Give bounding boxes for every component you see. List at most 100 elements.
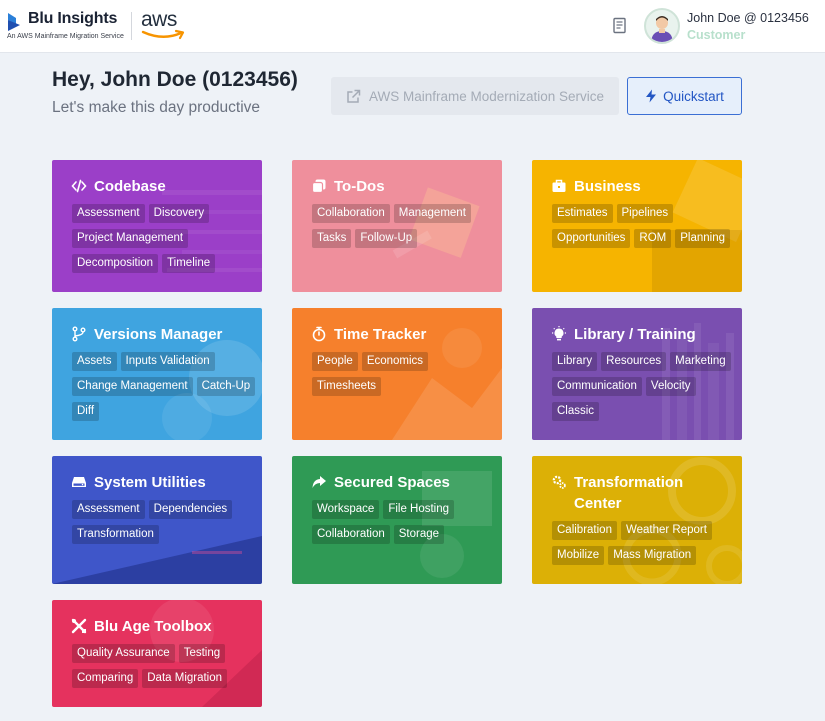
copy-icon: [311, 179, 326, 194]
tag-list: Assets Inputs Validation Change Management…: [72, 352, 256, 421]
tag-comparing[interactable]: Comparing: [72, 669, 139, 688]
tag-assessment[interactable]: Assessment: [72, 204, 145, 223]
aws-logo: aws: [141, 8, 187, 42]
tag-catch-up[interactable]: Catch-Up: [196, 377, 256, 396]
tag-marketing[interactable]: Marketing: [670, 352, 731, 371]
tag-list: Library Resources Marketing Communication Ve…: [552, 352, 736, 421]
tag-discovery[interactable]: Discovery: [148, 204, 210, 223]
code-icon: [71, 179, 87, 193]
tag-transformation[interactable]: Transformation: [72, 525, 159, 544]
brand-subtitle: An AWS Mainframe Migration Service: [7, 33, 124, 40]
aws-smile-icon: [141, 29, 185, 40]
tag-assessment[interactable]: Assessment: [72, 500, 145, 519]
tag-list: Assessment Dependencies Transformation: [72, 500, 256, 544]
tag-list: Workspace File Hosting Collaboration Storag…: [312, 500, 496, 544]
modernization-service-label: AWS Mainframe Modernization Service: [368, 88, 605, 104]
tag-library[interactable]: Library: [552, 352, 598, 371]
document-icon[interactable]: [612, 17, 628, 35]
tag-estimates[interactable]: Estimates: [552, 204, 613, 223]
lightbulb-icon: [552, 326, 566, 341]
tag-velocity[interactable]: Velocity: [645, 377, 696, 396]
card-todos[interactable]: To-Dos Collaboration Management Tasks Follo…: [292, 160, 502, 292]
tag-data-migration[interactable]: Data Migration: [142, 669, 228, 688]
bolt-icon: [646, 89, 657, 103]
tag-workspace[interactable]: Workspace: [312, 500, 380, 519]
tag-management[interactable]: Management: [393, 204, 471, 223]
blu-insights-logo[interactable]: Blu Insights An AWS Mainframe Migration …: [7, 9, 132, 43]
greeting-title: Hey, John Doe (0123456): [52, 68, 298, 91]
tag-collaboration[interactable]: Collaboration: [312, 204, 390, 223]
card-title-time-tracker: Time Tracker: [311, 324, 492, 345]
hard-drive-icon: [72, 477, 86, 487]
card-title-versions-manager: Versions Manager: [71, 324, 252, 345]
tag-economics[interactable]: Economics: [361, 352, 429, 371]
card-title-secured-spaces: Secured Spaces: [311, 472, 492, 493]
tag-project-management[interactable]: Project Management: [72, 229, 189, 248]
tag-list: Assessment Discovery Project Management Dec…: [72, 204, 256, 273]
tag-diff[interactable]: Diff: [72, 402, 100, 421]
tag-decomposition[interactable]: Decomposition: [72, 254, 159, 273]
card-business[interactable]: Business Estimates Pipelines Opportunities…: [532, 160, 742, 292]
tag-assets[interactable]: Assets: [72, 352, 117, 371]
tag-pipelines[interactable]: Pipelines: [616, 204, 674, 223]
tag-collaboration[interactable]: Collaboration: [312, 525, 390, 544]
card-codebase[interactable]: Codebase Assessment Discovery Project Mana…: [52, 160, 262, 292]
tag-storage[interactable]: Storage: [393, 525, 445, 544]
tag-quality-assurance[interactable]: Quality Assurance: [72, 644, 175, 663]
share-arrow-icon: [312, 476, 326, 488]
card-title-system-utilities: System Utilities: [71, 472, 252, 493]
card-title-library-training: Library / Training: [551, 324, 732, 345]
card-time-tracker[interactable]: Time Tracker People Economics Timesheets: [292, 308, 502, 440]
tag-change-management[interactable]: Change Management: [72, 377, 193, 396]
greeting-subtitle: Let's make this day productive: [52, 99, 261, 116]
tag-calibration[interactable]: Calibration: [552, 521, 617, 540]
tag-list: Calibration Weather Report Mobilize Mass Mi…: [552, 521, 736, 565]
card-title-blu-age-toolbox: Blu Age Toolbox: [71, 616, 252, 637]
tag-classic[interactable]: Classic: [552, 402, 600, 421]
tag-list: Collaboration Management Tasks Follow-Up: [312, 204, 496, 248]
tag-inputs-validation[interactable]: Inputs Validation: [120, 352, 215, 371]
tag-file-hosting[interactable]: File Hosting: [383, 500, 455, 519]
card-blu-age-toolbox[interactable]: Blu Age Toolbox Quality Assurance Testing…: [52, 600, 262, 707]
card-title-transformation-center: Transformation Center: [551, 472, 732, 514]
card-library-training[interactable]: Library / Training Library Resources Marke…: [532, 308, 742, 440]
tag-timeline[interactable]: Timeline: [162, 254, 216, 273]
modernization-service-button[interactable]: AWS Mainframe Modernization Service: [331, 77, 619, 115]
card-versions-manager[interactable]: Versions Manager Assets Inputs Validation…: [52, 308, 262, 440]
card-system-utilities[interactable]: System Utilities Assessment Dependencies T…: [52, 456, 262, 584]
user-avatar[interactable]: [644, 8, 680, 44]
tag-opportunities[interactable]: Opportunities: [552, 229, 631, 248]
tag-timesheets[interactable]: Timesheets: [312, 377, 382, 396]
tag-planning[interactable]: Planning: [675, 229, 731, 248]
tag-tasks[interactable]: Tasks: [312, 229, 352, 248]
tag-list: Estimates Pipelines Opportunities ROM Planni…: [552, 204, 736, 248]
briefcase-icon: [552, 179, 566, 192]
quickstart-label: Quickstart: [663, 88, 724, 104]
tag-mass-migration[interactable]: Mass Migration: [608, 546, 697, 565]
card-title-codebase: Codebase: [71, 176, 252, 197]
stopwatch-icon: [312, 326, 326, 342]
logo-divider: [131, 12, 132, 40]
cogs-icon: [552, 475, 566, 489]
tag-weather-report[interactable]: Weather Report: [620, 521, 712, 540]
quickstart-button[interactable]: Quickstart: [627, 77, 742, 115]
tag-follow-up[interactable]: Follow-Up: [355, 229, 418, 248]
card-transformation-center[interactable]: Transformation Center Calibration Weather…: [532, 456, 742, 584]
user-name[interactable]: John Doe @ 0123456: [687, 11, 809, 25]
tag-rom[interactable]: ROM: [634, 229, 672, 248]
tag-people[interactable]: People: [312, 352, 358, 371]
tag-testing[interactable]: Testing: [178, 644, 226, 663]
tag-mobilize[interactable]: Mobilize: [552, 546, 605, 565]
user-role: Customer: [687, 28, 746, 42]
user-avatar-icon: [651, 16, 673, 42]
blu-logo-icon: [8, 13, 20, 31]
tag-resources[interactable]: Resources: [601, 352, 667, 371]
tag-list: Quality Assurance Testing Comparing Data Mi…: [72, 644, 256, 688]
card-title-business: Business: [551, 176, 732, 197]
tag-list: People Economics Timesheets: [312, 352, 496, 396]
card-secured-spaces[interactable]: Secured Spaces Workspace File Hosting Coll…: [292, 456, 502, 584]
tag-communication[interactable]: Communication: [552, 377, 642, 396]
top-bar: Blu Insights An AWS Mainframe Migration …: [0, 0, 825, 53]
brand-name: Blu Insights: [28, 10, 118, 27]
tag-dependencies[interactable]: Dependencies: [148, 500, 233, 519]
